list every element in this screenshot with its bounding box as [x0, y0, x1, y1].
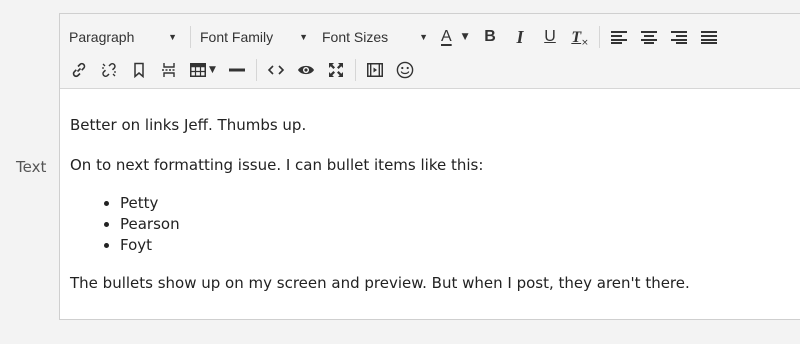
font-sizes-label: Font Sizes: [322, 29, 389, 45]
align-right-button[interactable]: [664, 23, 694, 51]
toolbar-row-2: ▼: [64, 56, 420, 84]
link-icon: [72, 62, 86, 78]
list-item: Petty: [120, 193, 180, 214]
bold-button[interactable]: B: [475, 23, 505, 51]
preview-eye-icon: [298, 65, 314, 75]
paragraph: The bullets show up on my screen and pre…: [70, 274, 690, 292]
chevron-down-icon: ▼: [299, 32, 308, 42]
table-button[interactable]: ▼: [184, 56, 222, 84]
chevron-down-icon: ▼: [419, 32, 428, 42]
text-field-label: Text: [16, 158, 47, 176]
underline-icon: U: [544, 28, 556, 45]
page-break-button[interactable]: [154, 56, 184, 84]
clear-formatting-icon: T×: [571, 29, 589, 48]
media-icon: [367, 63, 383, 77]
bookmark-icon: [134, 62, 144, 78]
align-center-button[interactable]: [634, 23, 664, 51]
toolbar-separator: [190, 26, 191, 48]
clear-formatting-button[interactable]: T×: [565, 23, 595, 51]
toolbar-row-1: Paragraph ▼ Font Family ▼ Font Sizes ▼ A…: [64, 23, 724, 51]
paragraph: Better on links Jeff. Thumbs up.: [70, 116, 307, 134]
block-format-dropdown[interactable]: Paragraph ▼: [64, 23, 186, 51]
toolbar-separator: [355, 59, 356, 81]
align-justify-icon: [701, 31, 717, 44]
toolbar-separator: [256, 59, 257, 81]
list-item: Foyt: [120, 235, 180, 256]
align-right-icon: [671, 31, 687, 44]
source-code-button[interactable]: [261, 56, 291, 84]
text-color-icon: A ▼: [441, 28, 469, 45]
font-family-dropdown[interactable]: Font Family ▼: [195, 23, 317, 51]
list-item: Pearson: [120, 214, 180, 235]
unlink-icon: [102, 63, 116, 77]
paragraph: On to next formatting issue. I can bulle…: [70, 156, 484, 174]
italic-icon: I: [516, 26, 524, 47]
chevron-down-icon: ▼: [168, 32, 177, 42]
insert-link-button[interactable]: [64, 56, 94, 84]
bookmark-button[interactable]: [124, 56, 154, 84]
align-justify-button[interactable]: [694, 23, 724, 51]
align-center-icon: [641, 31, 657, 44]
preview-button[interactable]: [291, 56, 321, 84]
underline-button[interactable]: U: [535, 23, 565, 51]
italic-button[interactable]: I: [505, 23, 535, 51]
rich-text-editor[interactable]: Paragraph ▼ Font Family ▼ Font Sizes ▼ A…: [59, 13, 800, 320]
toolbar-separator: [599, 26, 600, 48]
insert-emoticon-button[interactable]: [390, 56, 420, 84]
page-break-icon: [162, 63, 176, 77]
font-family-label: Font Family: [200, 29, 274, 45]
bold-icon: B: [484, 28, 496, 45]
align-left-button[interactable]: [604, 23, 634, 51]
align-left-icon: [611, 31, 627, 44]
editor-toolbar: Paragraph ▼ Font Family ▼ Font Sizes ▼ A…: [60, 14, 800, 89]
bullet-list: Petty Pearson Foyt: [70, 193, 180, 256]
page: Text Paragraph ▼ Font Family ▼ Font Size…: [0, 0, 800, 344]
fullscreen-icon: [329, 63, 343, 77]
emoji-icon: [396, 61, 414, 79]
chevron-down-icon: ▼: [461, 32, 469, 42]
block-format-label: Paragraph: [69, 29, 135, 45]
code-icon: [267, 65, 285, 75]
table-icon: ▼: [190, 63, 216, 77]
chevron-down-icon: ▼: [209, 65, 216, 75]
horizontal-rule-icon: [229, 68, 245, 72]
fullscreen-button[interactable]: [321, 56, 351, 84]
insert-media-button[interactable]: [360, 56, 390, 84]
horizontal-rule-button[interactable]: [222, 56, 252, 84]
text-color-button[interactable]: A ▼: [437, 23, 475, 51]
remove-link-button[interactable]: [94, 56, 124, 84]
font-sizes-dropdown[interactable]: Font Sizes ▼: [317, 23, 437, 51]
